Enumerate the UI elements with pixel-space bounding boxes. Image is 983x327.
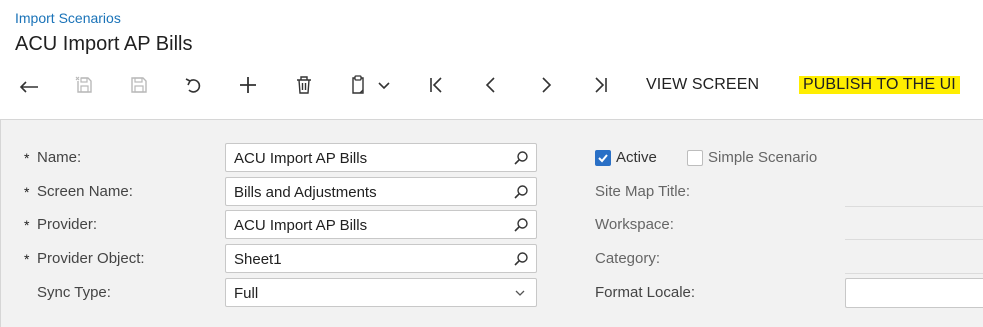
add-button[interactable] [233,68,263,102]
category-label: Category: [595,250,661,267]
next-icon [542,77,552,93]
publish-button[interactable]: PUBLISH TO THE UI [799,68,960,102]
save-button[interactable] [124,68,154,102]
required-marker: * [24,217,30,233]
name-value: ACU Import AP Bills [234,150,368,167]
previous-record-button[interactable] [476,68,506,102]
active-checkbox[interactable] [595,150,611,166]
breadcrumb[interactable]: Import Scenarios [15,10,121,26]
chevron-down-icon [378,82,390,90]
next-record-button[interactable] [531,68,561,102]
site-map-title-label: Site Map Title: [595,183,691,200]
last-icon [595,77,607,93]
screen-name-label: Screen Name: [37,183,133,200]
page-title: ACU Import AP Bills [15,33,193,55]
provider-value: ACU Import AP Bills [234,217,368,234]
name-label: Name: [37,149,82,166]
simple-scenario-checkbox[interactable] [687,150,703,166]
provider-label: Provider: [37,216,98,233]
sync-type-select[interactable]: Full [225,278,537,307]
view-screen-label: VIEW SCREEN [646,76,760,93]
cancel-button[interactable] [179,68,209,102]
view-screen-button[interactable]: VIEW SCREEN [646,68,759,102]
back-button[interactable] [14,68,44,102]
toolbar: VIEW SCREEN PUBLISH TO THE UI [0,68,983,102]
simple-scenario-label: Simple Scenario [708,149,818,166]
workspace-label: Workspace: [595,216,674,233]
save-icon [131,77,147,93]
screen-name-field[interactable]: Bills and Adjustments [225,177,537,206]
required-marker: * [24,184,30,200]
search-icon[interactable] [513,184,529,200]
publish-label: PUBLISH TO THE UI [799,76,960,94]
required-marker: * [24,150,30,166]
first-icon [430,77,442,93]
name-field[interactable]: ACU Import AP Bills [225,143,537,172]
copy-paste-button[interactable] [345,68,395,102]
chevron-down-icon [515,290,525,296]
sync-type-label: Sync Type: [37,284,111,301]
provider-object-label: Provider Object: [37,250,145,267]
back-arrow-icon [19,81,38,93]
active-label: Active [616,149,657,166]
first-record-button[interactable] [421,68,451,102]
delete-button[interactable] [289,68,319,102]
provider-field[interactable]: ACU Import AP Bills [225,210,537,239]
provider-object-value: Sheet1 [234,251,282,268]
screen-name-value: Bills and Adjustments [234,184,377,201]
save-close-icon [75,76,92,93]
required-marker: * [24,251,30,267]
category-field[interactable] [845,273,983,274]
clipboard-icon [352,75,364,94]
save-close-button[interactable] [70,68,100,102]
site-map-title-field[interactable] [845,206,983,207]
search-icon[interactable] [513,150,529,166]
sync-type-value: Full [234,285,259,302]
plus-icon [240,77,256,93]
provider-object-field[interactable]: Sheet1 [225,244,537,273]
format-locale-field[interactable] [845,278,983,308]
previous-icon [485,77,495,93]
search-icon[interactable] [513,217,529,233]
search-icon[interactable] [513,251,529,267]
workspace-field[interactable] [845,239,983,240]
checkmark-icon [598,154,608,163]
undo-icon [185,78,201,93]
last-record-button[interactable] [586,68,616,102]
trash-icon [297,76,311,94]
format-locale-label: Format Locale: [595,284,696,301]
